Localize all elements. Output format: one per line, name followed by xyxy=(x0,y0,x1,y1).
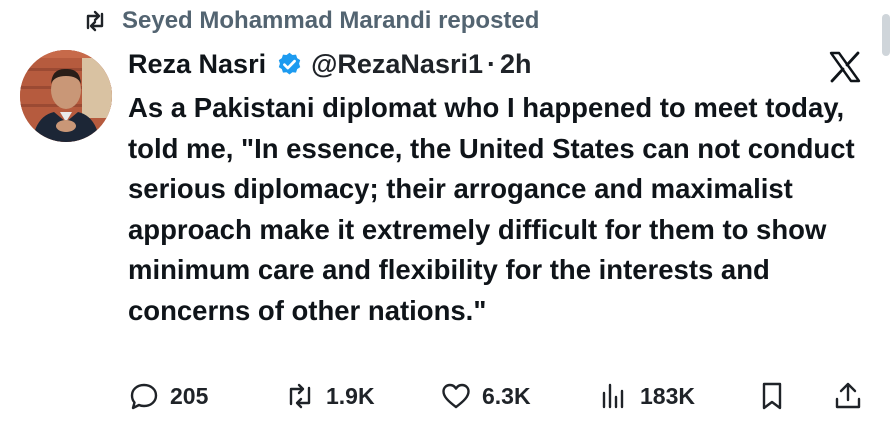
repost-icon xyxy=(86,10,104,32)
verified-badge-icon xyxy=(278,52,301,75)
timestamp[interactable]: 2h xyxy=(500,49,532,80)
tweet-text: As a Pakistani diplomat who I happened t… xyxy=(128,92,855,326)
repost-icon xyxy=(289,383,311,409)
reply-count: 205 xyxy=(170,382,209,409)
like-count: 6.3K xyxy=(482,382,531,409)
avatar[interactable] xyxy=(20,50,112,142)
share-icon xyxy=(835,382,861,409)
heart-icon xyxy=(442,383,470,409)
share-button[interactable] xyxy=(832,380,864,412)
tweet-actions: 205 1.9K 6.3K 183K xyxy=(128,376,868,416)
views-chart-icon xyxy=(602,383,624,409)
author-handle[interactable]: @RezaNasri1 xyxy=(311,49,483,80)
reply-button[interactable]: 205 xyxy=(128,380,208,412)
separator-dot: · xyxy=(487,48,496,79)
reply-icon xyxy=(130,383,158,410)
bookmark-icon xyxy=(762,382,782,410)
repost-button[interactable]: 1.9K xyxy=(284,380,375,412)
scroll-indicator xyxy=(882,14,890,56)
like-button[interactable]: 6.3K xyxy=(440,380,531,412)
views-button[interactable]: 183K xyxy=(598,380,695,412)
repost-count: 1.9K xyxy=(326,382,375,409)
author-name[interactable]: Reza Nasri xyxy=(128,49,266,80)
bookmark-button[interactable] xyxy=(756,380,788,412)
repost-label: Seyed Mohammad Marandi reposted xyxy=(122,7,540,34)
x-logo-icon xyxy=(829,51,861,83)
repost-context[interactable]: Seyed Mohammad Marandi reposted xyxy=(82,4,539,38)
avatar-image xyxy=(20,50,112,142)
view-count: 183K xyxy=(640,382,695,409)
tweet-header: Reza Nasri @RezaNasri1 · 2h xyxy=(128,44,870,84)
